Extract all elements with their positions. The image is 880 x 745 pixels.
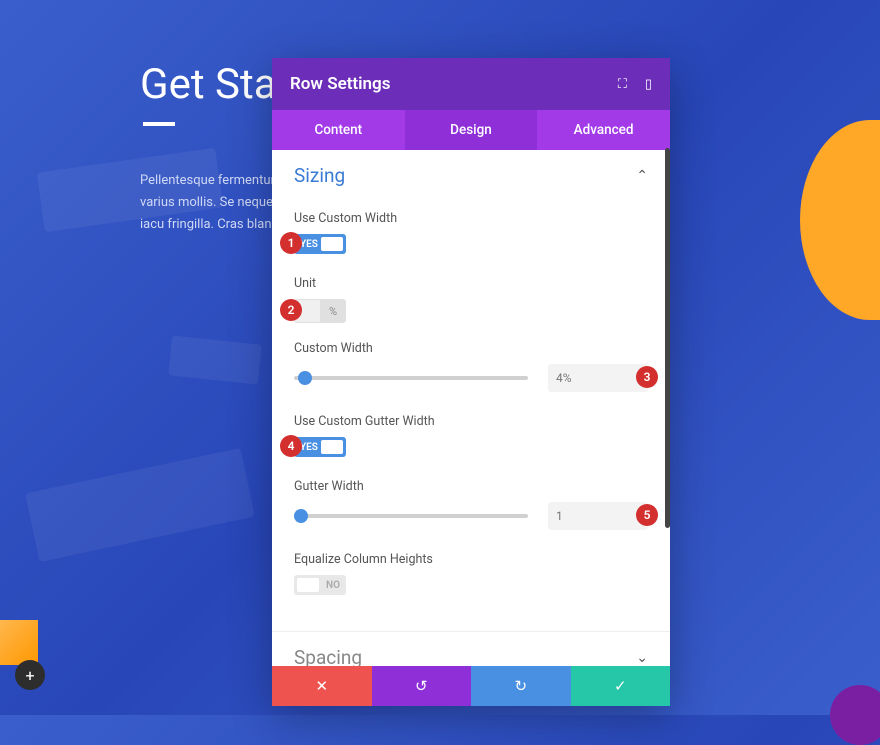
panel-title: Row Settings	[290, 74, 390, 94]
label-equalize: Equalize Column Heights	[294, 552, 648, 567]
callout-badge-4: 4	[280, 435, 302, 457]
section-spacing: Spacing ⌄	[272, 632, 670, 666]
toggle-label: NO	[326, 580, 340, 591]
toggle-knob	[297, 578, 319, 592]
chevron-up-icon: ⌃	[636, 168, 648, 184]
callout-badge-1: 1	[280, 232, 302, 254]
row-settings-panel: Row Settings ⛶ ▯ Content Design Advanced…	[272, 58, 670, 706]
redo-icon: ↻	[514, 677, 527, 695]
unit-button-percent[interactable]: %	[320, 299, 346, 323]
section-sizing: Sizing ⌃ Use Custom Width 1 YES Unit 2	[272, 150, 670, 632]
tab-content[interactable]: Content	[272, 110, 405, 150]
callout-badge-5: 5	[636, 504, 658, 526]
label-gutter-width: Gutter Width	[294, 479, 648, 494]
tab-advanced[interactable]: Advanced	[537, 110, 670, 150]
slider-thumb[interactable]	[298, 371, 312, 385]
panel-header[interactable]: Row Settings ⛶ ▯	[272, 58, 670, 110]
label-use-custom-width: Use Custom Width	[294, 211, 648, 226]
redo-button[interactable]: ↻	[471, 666, 571, 706]
label-use-custom-gutter: Use Custom Gutter Width	[294, 414, 648, 429]
panel-layout-icon[interactable]: ▯	[645, 77, 652, 92]
page-title: Get Star	[140, 60, 291, 109]
add-button[interactable]: +	[15, 660, 45, 690]
label-unit: Unit	[294, 276, 648, 291]
toggle-equalize[interactable]: NO	[294, 575, 346, 595]
section-header-sizing[interactable]: Sizing ⌃	[272, 150, 670, 201]
bg-decor	[168, 335, 262, 384]
input-custom-width-value[interactable]: 4%	[548, 364, 648, 392]
callout-badge-2: 2	[280, 299, 302, 321]
undo-icon: ↺	[415, 677, 428, 695]
bg-decor	[25, 448, 255, 562]
slider-gutter-width[interactable]	[294, 514, 528, 518]
toggle-label: YES	[300, 442, 318, 453]
input-gutter-width-value[interactable]: 1	[548, 502, 648, 530]
chevron-down-icon: ⌄	[636, 650, 648, 666]
section-title-spacing: Spacing	[294, 646, 362, 666]
page-title-underline	[143, 122, 175, 126]
check-icon: ✓	[614, 677, 627, 695]
close-icon: ✕	[315, 677, 328, 695]
bg-decor-orange	[800, 120, 880, 320]
undo-button[interactable]: ↺	[372, 666, 472, 706]
save-button[interactable]: ✓	[571, 666, 671, 706]
toggle-knob	[321, 440, 343, 454]
callout-badge-3: 3	[636, 366, 658, 388]
slider-custom-width[interactable]	[294, 376, 528, 380]
cancel-button[interactable]: ✕	[272, 666, 372, 706]
expand-icon[interactable]: ⛶	[618, 77, 627, 92]
section-title-sizing: Sizing	[294, 164, 345, 187]
slider-thumb[interactable]	[294, 509, 308, 523]
tab-design[interactable]: Design	[405, 110, 538, 150]
panel-footer: ✕ ↺ ↻ ✓	[272, 666, 670, 706]
plus-icon: +	[25, 666, 34, 685]
section-header-spacing[interactable]: Spacing ⌄	[272, 632, 670, 666]
toggle-knob	[321, 237, 343, 251]
label-custom-width: Custom Width	[294, 341, 648, 356]
toggle-label: YES	[300, 239, 318, 250]
bg-decor-box	[0, 620, 38, 665]
panel-body: Sizing ⌃ Use Custom Width 1 YES Unit 2	[272, 150, 670, 666]
bg-decor-purple	[830, 685, 880, 745]
scrollbar[interactable]	[665, 150, 670, 528]
tabs: Content Design Advanced	[272, 110, 670, 150]
